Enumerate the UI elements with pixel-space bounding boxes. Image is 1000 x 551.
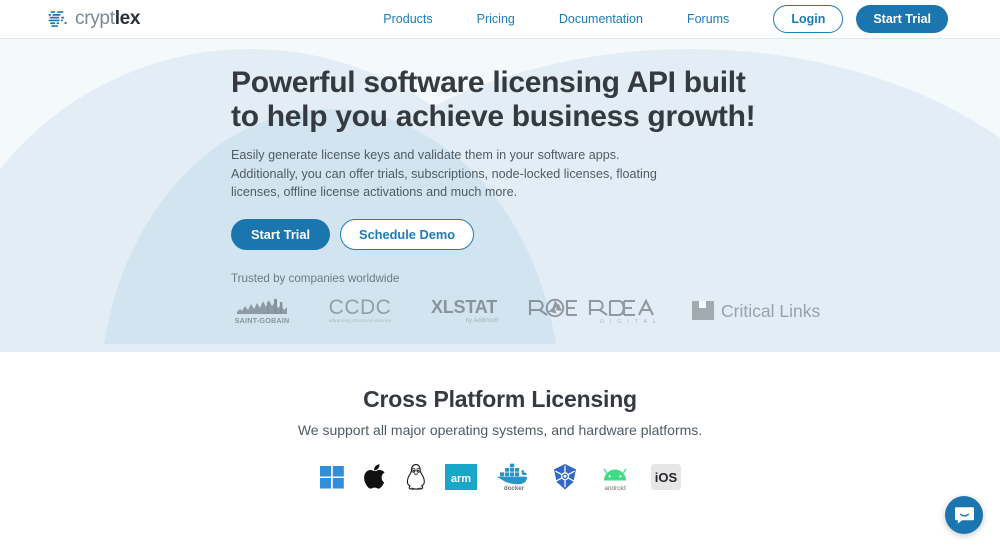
login-button[interactable]: Login	[773, 5, 844, 33]
platform-title: Cross Platform Licensing	[363, 386, 637, 412]
arm-icon: arm	[445, 464, 477, 490]
android-icon: android	[603, 468, 627, 492]
logo-word-crypt: crypt	[75, 8, 115, 29]
client-logo-critical-links: Critical Links	[692, 301, 820, 321]
svg-text:android: android	[604, 485, 626, 492]
client-logo-xlstat: XLSTAT by Addinsoft	[431, 297, 499, 324]
client-logo-xlstat-wordmark: XLSTAT	[431, 297, 497, 317]
nav-item-forums[interactable]: Forums	[665, 12, 751, 26]
client-logo-ccdc: CCDC advancing structural science	[329, 296, 392, 323]
linux-penguin-icon	[406, 464, 425, 490]
apple-icon	[364, 464, 385, 489]
client-logos-row: SAINT-GOBAIN CCDC advancing structural s…	[231, 294, 1000, 328]
logo-word-lex: lex	[114, 8, 141, 29]
kubernetes-icon	[554, 464, 576, 490]
chat-widget-button[interactable]	[945, 496, 983, 534]
hero-content: Powerful software licensing API built to…	[0, 39, 1000, 328]
ios-icon: iOS	[651, 464, 681, 490]
client-logo-prograde-digital: D I G I T A L	[528, 298, 658, 325]
svg-text:docker: docker	[504, 485, 525, 492]
schedule-demo-button[interactable]: Schedule Demo	[340, 219, 475, 251]
svg-text:iOS: iOS	[655, 470, 678, 485]
client-logo-xlstat-tagline: by Addinsoft	[466, 318, 499, 324]
start-trial-button-header[interactable]: Start Trial	[856, 5, 948, 33]
hero-title: Powerful software licensing API built to…	[231, 66, 756, 133]
client-logo-saint-gobain: SAINT-GOBAIN	[235, 299, 290, 325]
site-header: cryptlex Products Pricing Documentation …	[0, 0, 1000, 39]
nav-item-pricing[interactable]: Pricing	[455, 12, 537, 26]
docker-icon: docker	[497, 463, 527, 492]
client-logo-ccdc-wordmark: CCDC	[329, 296, 392, 319]
nav-item-products[interactable]: Products	[361, 12, 454, 26]
cryptlex-bars-icon	[48, 10, 67, 27]
hero-subtitle: Easily generate license keys and validat…	[231, 148, 657, 200]
chat-bubble-icon	[954, 506, 974, 524]
platform-subtitle: We support all major operating systems, …	[297, 422, 703, 438]
logo-wordmark: cryptlex	[75, 8, 140, 30]
client-logo-saint-gobain-wordmark: SAINT-GOBAIN	[235, 316, 290, 325]
primary-navigation: Products Pricing Documentation Forums Lo…	[361, 5, 948, 33]
hero-cta-group: Start Trial Schedule Demo	[231, 219, 1000, 251]
client-logo-ccdc-tagline: advancing structural science	[329, 318, 392, 323]
logo[interactable]: cryptlex	[48, 8, 140, 30]
client-logo-prograde-tagline: D I G I T A L	[600, 319, 658, 325]
client-logo-critical-links-wordmark: Critical Links	[721, 301, 820, 321]
nav-item-documentation[interactable]: Documentation	[537, 12, 665, 26]
cross-platform-section: Cross Platform Licensing We support all …	[0, 352, 1000, 495]
windows-icon	[320, 466, 344, 489]
hero-section: Powerful software licensing API built to…	[0, 39, 1000, 352]
trusted-by-label: Trusted by companies worldwide	[231, 272, 400, 286]
svg-text:arm: arm	[451, 473, 471, 485]
platform-icons-row: arm docker android iOS	[0, 459, 1000, 495]
start-trial-button-hero[interactable]: Start Trial	[231, 219, 331, 251]
